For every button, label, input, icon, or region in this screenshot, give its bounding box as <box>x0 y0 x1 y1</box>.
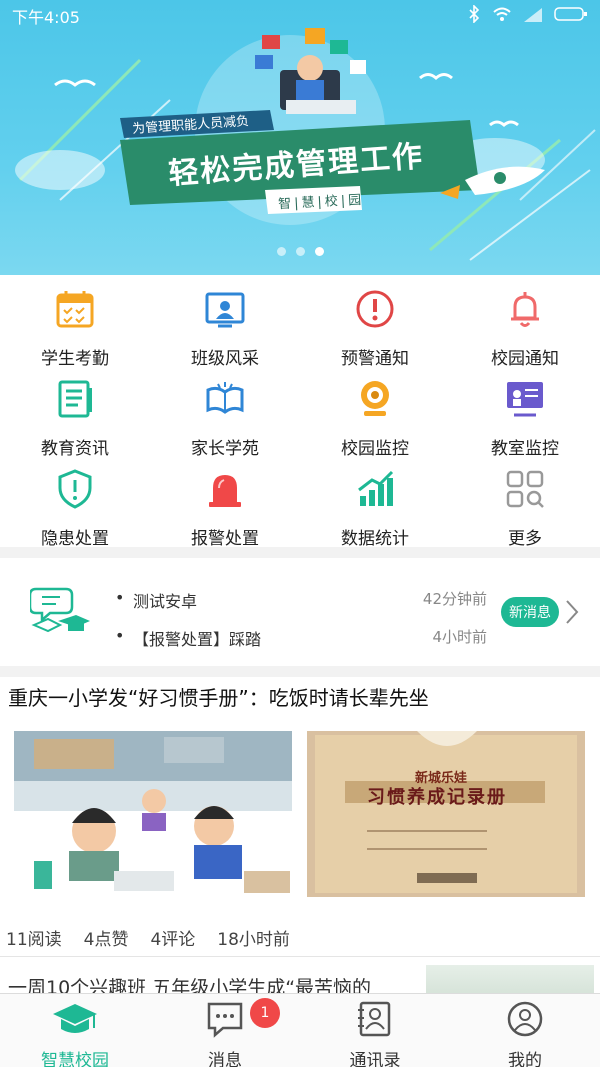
grid-item-warning[interactable]: 预警通知 <box>300 275 450 369</box>
grid-item-parent-academy[interactable]: 家长学苑 <box>150 365 300 459</box>
contacts-icon <box>355 1000 395 1042</box>
news-article[interactable]: 重庆一小学发“好习惯手册”：吃饭时请长辈先坐 新城乐娃 习惯养成记录册 11阅读… <box>0 677 600 1007</box>
ticker-item-time: 42分钟前 <box>422 590 487 608</box>
grid-item-alarm[interactable]: 报警处置 <box>150 455 300 549</box>
bluetooth-icon <box>468 4 480 27</box>
read-count: 11阅读 <box>6 930 62 950</box>
open-book-icon <box>204 378 246 424</box>
chat-graduation-icon <box>28 583 90 643</box>
grid-item-campus-monitor[interactable]: 校园监控 <box>300 365 450 459</box>
bottom-tab-bar: 智慧校园 消息 1 通讯录 我的 <box>0 993 600 1067</box>
banner-illustration <box>15 28 596 261</box>
message-bubble-icon <box>205 1000 245 1042</box>
article-photo-booklet[interactable]: 新城乐娃 习惯养成记录册 <box>307 731 585 897</box>
status-bar: 下午4:05 <box>0 0 600 32</box>
bullet: • <box>115 626 125 645</box>
tab-label: 消息 <box>208 1051 242 1067</box>
grid-item-education-news[interactable]: 教育资讯 <box>0 365 150 459</box>
divider <box>0 956 600 957</box>
battery-icon <box>554 6 588 26</box>
news-document-icon <box>54 378 96 424</box>
grid-item-label: 数据统计 <box>341 529 409 549</box>
news-ticker[interactable]: • 测试安卓 42分钟前 • 【报警处置】踩踏 4小时前 新消息 <box>0 558 600 666</box>
carousel-indicator <box>0 247 600 256</box>
article-photo-classroom[interactable] <box>14 731 292 897</box>
chevron-right-icon[interactable] <box>564 598 580 630</box>
tab-smart-campus[interactable]: 智慧校园 <box>0 994 150 1067</box>
comment-count: 4评论 <box>150 930 196 950</box>
tab-label: 通讯录 <box>349 1051 401 1067</box>
carousel-dot[interactable] <box>276 247 286 256</box>
grid-item-class-showcase[interactable]: 班级风采 <box>150 275 300 369</box>
grid-item-statistics[interactable]: 数据统计 <box>300 455 450 549</box>
warning-alert-icon <box>354 288 396 334</box>
graduation-cap-icon <box>51 1000 99 1042</box>
grid-item-more[interactable]: 更多 <box>450 455 600 549</box>
ticker-item[interactable]: • 测试安卓 42分钟前 <box>115 588 487 612</box>
app-screen: 为管理职能人员减负 轻松完成管理工作 智|慧|校|园 下午4:05 学生考勤 班… <box>0 0 600 1067</box>
bullet: • <box>115 588 125 607</box>
carousel-dot-active[interactable] <box>314 247 324 256</box>
bar-chart-icon <box>354 468 396 514</box>
booklet-title: 习惯养成记录册 <box>367 787 507 808</box>
more-grid-icon <box>504 468 546 514</box>
profile-icon <box>505 1000 545 1042</box>
webcam-icon <box>354 378 396 424</box>
grid-item-label: 更多 <box>508 529 542 549</box>
shield-icon <box>54 468 96 514</box>
new-message-badge[interactable]: 新消息 <box>501 597 559 627</box>
like-count: 4点赞 <box>83 930 129 950</box>
carousel-dot[interactable] <box>295 247 305 256</box>
ticker-item-time: 4小时前 <box>432 628 487 646</box>
tab-messages[interactable]: 消息 1 <box>150 994 300 1067</box>
signal-icon <box>524 7 542 26</box>
status-time: 下午4:05 <box>12 8 80 27</box>
classroom-monitor-icon <box>504 378 546 424</box>
wifi-icon <box>492 6 512 26</box>
tab-profile[interactable]: 我的 <box>450 994 600 1067</box>
article-title[interactable]: 重庆一小学发“好习惯手册”：吃饭时请长辈先坐 <box>8 682 429 711</box>
article-meta: 11阅读 4点赞 4评论 18小时前 <box>6 925 290 950</box>
article-time: 18小时前 <box>217 930 290 950</box>
grid-item-campus-notice[interactable]: 校园通知 <box>450 275 600 369</box>
function-grid: 学生考勤 班级风采 预警通知 校园通知 教育资讯 家长学苑 校园监控 教室监控 … <box>0 275 600 549</box>
unread-badge: 1 <box>250 998 280 1028</box>
bell-icon <box>504 288 546 334</box>
grid-item-classroom-monitor[interactable]: 教室监控 <box>450 365 600 459</box>
alarm-siren-icon <box>204 468 246 514</box>
ticker-item-title: 测试安卓 <box>133 592 198 611</box>
class-showcase-icon <box>204 288 246 334</box>
grid-item-label: 隐患处置 <box>41 529 109 549</box>
grid-item-attendance[interactable]: 学生考勤 <box>0 275 150 369</box>
tab-label: 智慧校园 <box>41 1051 109 1067</box>
ticker-item[interactable]: • 【报警处置】踩踏 4小时前 <box>115 626 487 650</box>
ticker-item-title: 【报警处置】踩踏 <box>133 630 262 649</box>
attendance-calendar-icon <box>54 288 96 334</box>
tab-contacts[interactable]: 通讯录 <box>300 994 450 1067</box>
tab-label: 我的 <box>508 1051 542 1067</box>
hero-banner[interactable]: 为管理职能人员减负 轻松完成管理工作 智|慧|校|园 <box>0 0 600 275</box>
grid-item-hazard[interactable]: 隐患处置 <box>0 455 150 549</box>
grid-item-label: 报警处置 <box>191 529 259 549</box>
